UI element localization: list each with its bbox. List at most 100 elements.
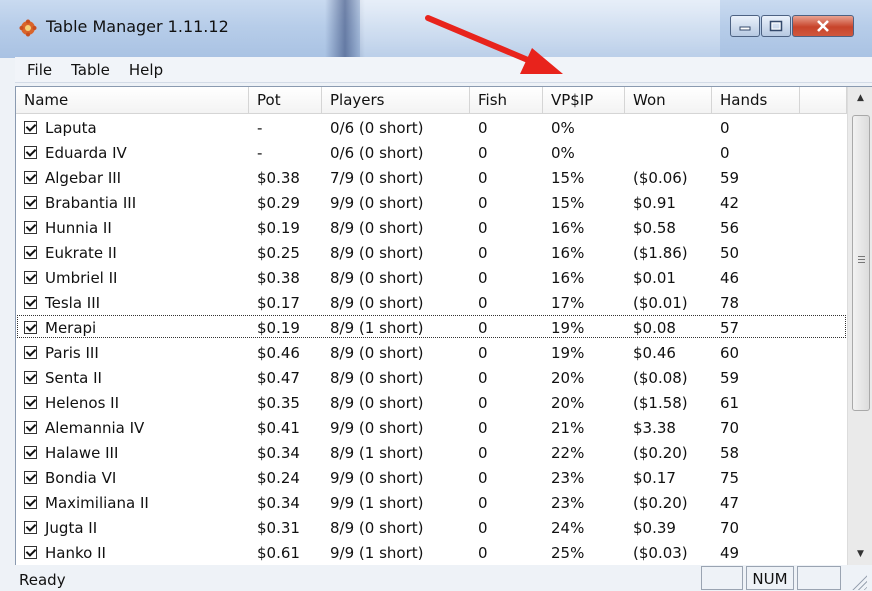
hands-cell: 50 xyxy=(720,244,740,262)
table-row[interactable]: Merapi $0.19 8/9 (1 short) 0 19% $0.08 57 xyxy=(16,314,847,339)
empty-cell xyxy=(800,314,847,339)
title-bar[interactable]: Table Manager 1.11.12 xyxy=(0,0,872,58)
row-checkbox[interactable] xyxy=(24,471,37,484)
empty-cell xyxy=(800,289,847,314)
table-row[interactable]: Jugta II $0.31 8/9 (0 short) 0 24% $0.39 70 xyxy=(16,514,847,539)
table-row[interactable]: Tesla III $0.17 8/9 (0 short) 0 17% ($0.01) 78 xyxy=(16,289,847,314)
table-row[interactable]: Brabantia III $0.29 9/9 (0 short) 0 15% $0.91… xyxy=(16,189,847,214)
pot-cell: $0.29 xyxy=(257,194,300,212)
table-name-label: Alemannia IV xyxy=(45,419,145,437)
scrollbar-thumb[interactable] xyxy=(852,115,870,411)
table-name-label: Hanko II xyxy=(45,544,106,562)
scroll-up-arrow-icon[interactable]: ▲ xyxy=(848,87,872,109)
table-row[interactable]: Eduarda IV - 0/6 (0 short) 0 0% 0 xyxy=(16,139,847,164)
table-name-label: Helenos II xyxy=(45,394,120,412)
row-checkbox[interactable] xyxy=(24,396,37,409)
players-cell: 8/9 (0 short) xyxy=(330,369,424,387)
menu-help[interactable]: Help xyxy=(118,61,171,79)
row-checkbox[interactable] xyxy=(24,496,37,509)
table-name-label: Jugta II xyxy=(45,519,98,537)
column-header-players[interactable]: Players xyxy=(322,87,470,113)
row-checkbox[interactable] xyxy=(24,271,37,284)
row-checkbox[interactable] xyxy=(24,371,37,384)
column-header-pot[interactable]: Pot xyxy=(249,87,322,113)
row-checkbox[interactable] xyxy=(24,296,37,309)
table-row[interactable]: Hunnia II $0.19 8/9 (0 short) 0 16% $0.58 56 xyxy=(16,214,847,239)
row-checkbox[interactable] xyxy=(24,346,37,359)
column-header-empty[interactable] xyxy=(800,87,847,113)
table-name-label: Algebar III xyxy=(45,169,122,187)
vpip-cell: 25% xyxy=(551,544,585,562)
pot-cell: $0.34 xyxy=(257,494,300,512)
table-row[interactable]: Paris III $0.46 8/9 (0 short) 0 19% $0.46 60 xyxy=(16,339,847,364)
column-header-name[interactable]: Name xyxy=(16,87,249,113)
pot-cell: $0.46 xyxy=(257,344,300,362)
table-row[interactable]: Algebar III $0.38 7/9 (0 short) 0 15% ($0.06)… xyxy=(16,164,847,189)
table-row[interactable]: Eukrate II $0.25 8/9 (0 short) 0 16% ($1.86) 5… xyxy=(16,239,847,264)
table-name-label: Brabantia III xyxy=(45,194,137,212)
row-checkbox[interactable] xyxy=(24,446,37,459)
maximize-icon xyxy=(769,20,783,32)
table-name-label: Eukrate II xyxy=(45,244,117,262)
pot-cell: $0.38 xyxy=(257,169,300,187)
menu-table[interactable]: Table xyxy=(60,61,118,79)
pot-cell: - xyxy=(257,144,263,162)
empty-cell xyxy=(800,214,847,239)
row-checkbox[interactable] xyxy=(24,121,37,134)
row-checkbox[interactable] xyxy=(24,146,37,159)
row-checkbox[interactable] xyxy=(24,321,37,334)
table-row[interactable]: Alemannia IV $0.41 9/9 (0 short) 0 21% $3.38 7… xyxy=(16,414,847,439)
vertical-scrollbar[interactable]: ▲ ▼ xyxy=(847,87,872,565)
vpip-cell: 15% xyxy=(551,169,585,187)
row-checkbox[interactable] xyxy=(24,246,37,259)
name-cell: Senta II xyxy=(16,364,249,389)
table-name-label: Maximiliana II xyxy=(45,494,149,512)
column-header-hands[interactable]: Hands xyxy=(712,87,800,113)
name-cell: Jugta II xyxy=(16,514,249,539)
pot-cell: $0.19 xyxy=(257,319,300,337)
column-header-won[interactable]: Won xyxy=(625,87,712,113)
pot-cell: $0.35 xyxy=(257,394,300,412)
menu-file[interactable]: File xyxy=(15,61,60,79)
vpip-cell: 21% xyxy=(551,419,585,437)
row-checkbox[interactable] xyxy=(24,421,37,434)
empty-cell xyxy=(800,239,847,264)
hands-cell: 0 xyxy=(720,144,730,162)
table-row[interactable]: Helenos II $0.35 8/9 (0 short) 0 20% ($1.58) 6… xyxy=(16,389,847,414)
row-checkbox[interactable] xyxy=(24,521,37,534)
row-checkbox[interactable] xyxy=(24,196,37,209)
won-cell: $0.46 xyxy=(633,344,676,362)
scroll-down-arrow-icon[interactable]: ▼ xyxy=(848,543,872,565)
close-button[interactable] xyxy=(792,15,854,37)
players-cell: 0/6 (0 short) xyxy=(330,144,424,162)
fish-cell: 0 xyxy=(478,369,488,387)
row-checkbox[interactable] xyxy=(24,221,37,234)
pot-cell: $0.47 xyxy=(257,369,300,387)
resize-grip-icon[interactable] xyxy=(849,572,867,590)
vpip-cell: 19% xyxy=(551,344,585,362)
hands-cell: 57 xyxy=(720,319,740,337)
table-row[interactable]: Umbriel II $0.38 8/9 (0 short) 0 16% $0.01 46 xyxy=(16,264,847,289)
column-header-fish[interactable]: Fish xyxy=(470,87,543,113)
table-name-label: Paris III xyxy=(45,344,99,362)
fish-cell: 0 xyxy=(478,269,488,287)
table-row[interactable]: Halawe III $0.34 8/9 (1 short) 0 22% ($0.20) 5… xyxy=(16,439,847,464)
maximize-button[interactable] xyxy=(761,15,791,37)
table-row[interactable]: Senta II $0.47 8/9 (0 short) 0 20% ($0.08) 59 xyxy=(16,364,847,389)
minimize-button[interactable] xyxy=(730,15,760,37)
name-cell: Eduarda IV xyxy=(16,139,249,164)
name-cell: Brabantia III xyxy=(16,189,249,214)
fish-cell: 0 xyxy=(478,294,488,312)
empty-cell xyxy=(800,514,847,539)
table-row[interactable]: Hanko II $0.61 9/9 (1 short) 0 25% ($0.03) 49 xyxy=(16,539,847,564)
row-checkbox[interactable] xyxy=(24,546,37,559)
row-checkbox[interactable] xyxy=(24,171,37,184)
grip-icon xyxy=(858,256,865,264)
table-row[interactable]: Laputa - 0/6 (0 short) 0 0% 0 xyxy=(16,114,847,139)
empty-cell xyxy=(800,164,847,189)
table-row[interactable]: Maximiliana II $0.34 9/9 (1 short) 0 23% ($0.… xyxy=(16,489,847,514)
vpip-cell: 17% xyxy=(551,294,585,312)
column-header-vpip[interactable]: VP$IP xyxy=(543,87,625,113)
empty-cell xyxy=(800,539,847,564)
table-row[interactable]: Bondia VI $0.24 9/9 (0 short) 0 23% $0.17 75 xyxy=(16,464,847,489)
